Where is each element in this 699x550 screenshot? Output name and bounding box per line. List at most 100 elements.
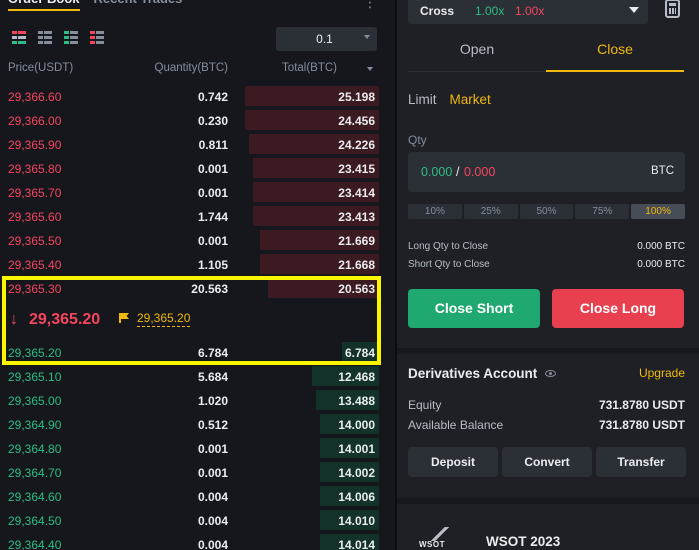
bid-row[interactable]: 29,365.00 1.020 13.488 — [8, 388, 379, 412]
bid-price: 29,364.90 — [8, 418, 62, 432]
section-divider — [397, 348, 699, 354]
ask-total: 23.413 — [338, 210, 375, 224]
ask-row[interactable]: 29,366.00 0.230 24.456 — [8, 108, 379, 132]
tab-recent-trades[interactable]: Recent Trades — [94, 0, 183, 11]
bid-price: 29,364.70 — [8, 466, 62, 480]
ask-row[interactable]: 29,365.80 0.001 23.415 — [8, 156, 379, 180]
bid-qty: 5.684 — [197, 370, 228, 384]
bid-qty: 1.020 — [197, 394, 228, 408]
pct-50[interactable]: 50% — [519, 204, 574, 219]
bid-row[interactable]: 29,365.10 5.684 12.468 — [8, 364, 379, 388]
close-long-button[interactable]: Close Long — [552, 289, 684, 328]
bid-total: 14.002 — [338, 466, 375, 480]
pct-10[interactable]: 10% — [408, 204, 462, 219]
deposit-button[interactable]: Deposit — [408, 447, 498, 477]
margin-leverage-select[interactable]: Cross 1.00x 1.00x — [408, 0, 648, 24]
leverage-long: 1.00x — [475, 4, 505, 18]
bid-price: 29,364.60 — [8, 490, 62, 504]
qty-long-value: 0.000 — [421, 165, 453, 179]
balance-label: Available Balance — [408, 418, 504, 432]
section-divider — [397, 498, 699, 504]
layout-asks-icon[interactable] — [90, 31, 104, 44]
bid-price: 29,365.10 — [8, 370, 62, 384]
wsot-logo-text: WSOT — [419, 540, 445, 549]
qty-input[interactable]: 0.000 / 0.000 BTC — [408, 152, 685, 192]
chevron-down-icon — [364, 35, 370, 39]
pct-25[interactable]: 25% — [463, 204, 518, 219]
bid-row[interactable]: 29,364.50 0.004 14.010 — [8, 508, 379, 532]
bid-row[interactable]: 29,364.70 0.001 14.002 — [8, 460, 379, 484]
flag-icon — [119, 313, 129, 323]
layout-grid-icon[interactable] — [38, 31, 52, 44]
promo-title[interactable]: WSOT 2023 — [486, 534, 560, 549]
ask-qty: 0.001 — [197, 162, 228, 176]
last-price: 29,365.20 — [29, 311, 101, 328]
order-type-market[interactable]: Market — [450, 92, 491, 107]
order-type-tabs: Limit Market — [408, 92, 491, 107]
ask-row[interactable]: 29,365.40 1.105 21.668 — [8, 252, 379, 276]
percentage-slider: 10% 25% 50% 75% 100% — [408, 204, 685, 219]
ask-qty: 0.001 — [197, 234, 228, 248]
bid-price: 29,365.20 — [8, 346, 62, 360]
bid-row[interactable]: 29,364.60 0.004 14.006 — [8, 484, 379, 508]
bid-total: 14.001 — [338, 442, 375, 456]
bid-qty: 0.004 — [197, 538, 228, 550]
bid-row[interactable]: 29,364.90 0.512 14.000 — [8, 412, 379, 436]
header-quantity: Quantity(BTC) — [154, 62, 229, 74]
caret-down-icon[interactable] — [367, 67, 373, 71]
header-total[interactable]: Total(BTC) — [282, 62, 337, 74]
wsot-logo-icon: WSOT — [419, 527, 463, 550]
close-short-button[interactable]: Close Short — [408, 289, 540, 328]
tab-close[interactable]: Close — [546, 34, 684, 72]
transfer-button[interactable]: Transfer — [596, 447, 686, 477]
bid-row[interactable]: 29,364.80 0.001 14.001 — [8, 436, 379, 460]
calculator-icon[interactable] — [665, 0, 680, 18]
margin-mode: Cross — [420, 4, 455, 18]
ask-price: 29,365.40 — [8, 258, 62, 272]
pct-100[interactable]: 100% — [631, 204, 685, 219]
convert-button[interactable]: Convert — [502, 447, 592, 477]
ask-total: 20.563 — [338, 282, 375, 296]
bid-row[interactable]: 29,364.40 0.004 14.014 — [8, 532, 379, 550]
balance-value: 731.8780 USDT — [598, 418, 685, 432]
ask-row[interactable]: 29,365.60 1.744 23.413 — [8, 204, 379, 228]
ask-total: 21.669 — [338, 234, 375, 248]
ask-qty: 20.563 — [191, 282, 228, 296]
pct-75[interactable]: 75% — [575, 204, 630, 219]
more-options-icon[interactable]: ⋮ — [363, 0, 377, 11]
bid-qty: 0.004 — [197, 490, 228, 504]
open-close-tabs: Open Close — [408, 34, 684, 72]
ask-qty: 0.811 — [198, 138, 228, 152]
mark-price[interactable]: 29,365.20 — [137, 311, 191, 327]
tab-order-book[interactable]: Order Book — [8, 0, 80, 11]
ask-price: 29,366.00 — [8, 114, 62, 128]
ask-total: 21.668 — [338, 258, 375, 272]
ask-row[interactable]: 29,366.60 0.742 25.198 — [8, 84, 379, 108]
tab-open[interactable]: Open — [408, 34, 546, 72]
tick-size-select[interactable]: 0.1 — [276, 27, 377, 51]
ask-total: 24.226 — [338, 138, 375, 152]
long-qty-label: Long Qty to Close — [408, 241, 489, 252]
bid-total: 14.006 — [338, 490, 375, 504]
order-type-limit[interactable]: Limit — [408, 92, 437, 107]
ask-price: 29,365.30 — [8, 282, 62, 296]
layout-both-icon[interactable] — [12, 31, 26, 44]
upgrade-link[interactable]: Upgrade — [639, 366, 685, 380]
account-title: Derivatives Account — [408, 366, 538, 381]
ask-qty: 1.105 — [197, 258, 228, 272]
order-book-tabs: Order Book Recent Trades — [8, 0, 182, 11]
ask-row[interactable]: 29,365.70 0.001 23.414 — [8, 180, 379, 204]
ask-row[interactable]: 29,365.50 0.001 21.669 — [8, 228, 379, 252]
eye-icon[interactable] — [545, 370, 556, 377]
tick-size-value: 0.1 — [316, 32, 333, 46]
leverage-short: 1.00x — [515, 4, 545, 18]
ask-qty: 0.001 — [197, 186, 228, 200]
arrow-down-icon: ↓ — [10, 311, 18, 328]
qty-separator: / — [456, 165, 460, 179]
layout-bids-icon[interactable] — [64, 31, 78, 44]
short-qty-value: 0.000 BTC — [637, 259, 685, 270]
bid-row[interactable]: 29,365.20 6.784 6.784 — [8, 340, 379, 364]
ask-row[interactable]: 29,365.30 20.563 20.563 — [8, 276, 379, 300]
ask-row[interactable]: 29,365.90 0.811 24.226 — [8, 132, 379, 156]
ask-total: 23.414 — [338, 186, 375, 200]
